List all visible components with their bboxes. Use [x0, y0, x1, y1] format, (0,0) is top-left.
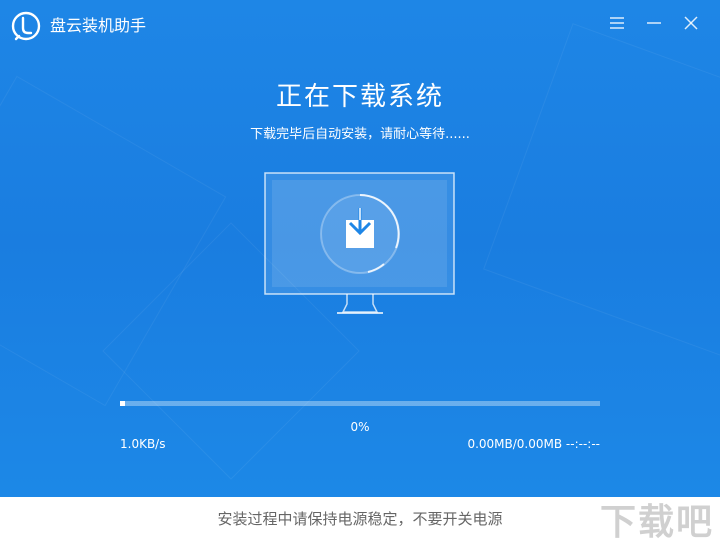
minimize-icon: [647, 22, 661, 24]
footer-bar: 安装过程中请保持电源稳定，不要开关电源 下载吧: [0, 497, 720, 540]
progress-bar-fill: [120, 401, 125, 406]
progress-bar: [120, 401, 600, 406]
close-icon: [684, 16, 698, 30]
app-title: 盘云装机助手: [50, 16, 147, 35]
progress-percent: 0%: [350, 420, 370, 434]
close-button[interactable]: [680, 12, 702, 34]
download-speed: 1.0KB/s: [120, 437, 166, 451]
background-facet: [483, 23, 720, 359]
menu-icon: [610, 17, 624, 29]
app-window: 盘云装机助手 正在下载系统 下载完毕后自动安装，请耐心等待...... 0% 1…: [0, 0, 720, 540]
minimize-button[interactable]: [643, 12, 665, 34]
menu-button[interactable]: [606, 12, 628, 34]
status-message: 下载完毕后自动安装，请耐心等待......: [250, 127, 470, 142]
monitor-download-icon: [264, 172, 455, 314]
title-bar[interactable]: 盘云装机助手: [0, 0, 720, 52]
app-logo-icon: [11, 11, 41, 41]
watermark-logo: 下载吧: [599, 502, 714, 540]
download-size: 0.00MB/0.00MB --:--:--: [467, 437, 600, 451]
page-title: 正在下载系统: [275, 82, 444, 112]
